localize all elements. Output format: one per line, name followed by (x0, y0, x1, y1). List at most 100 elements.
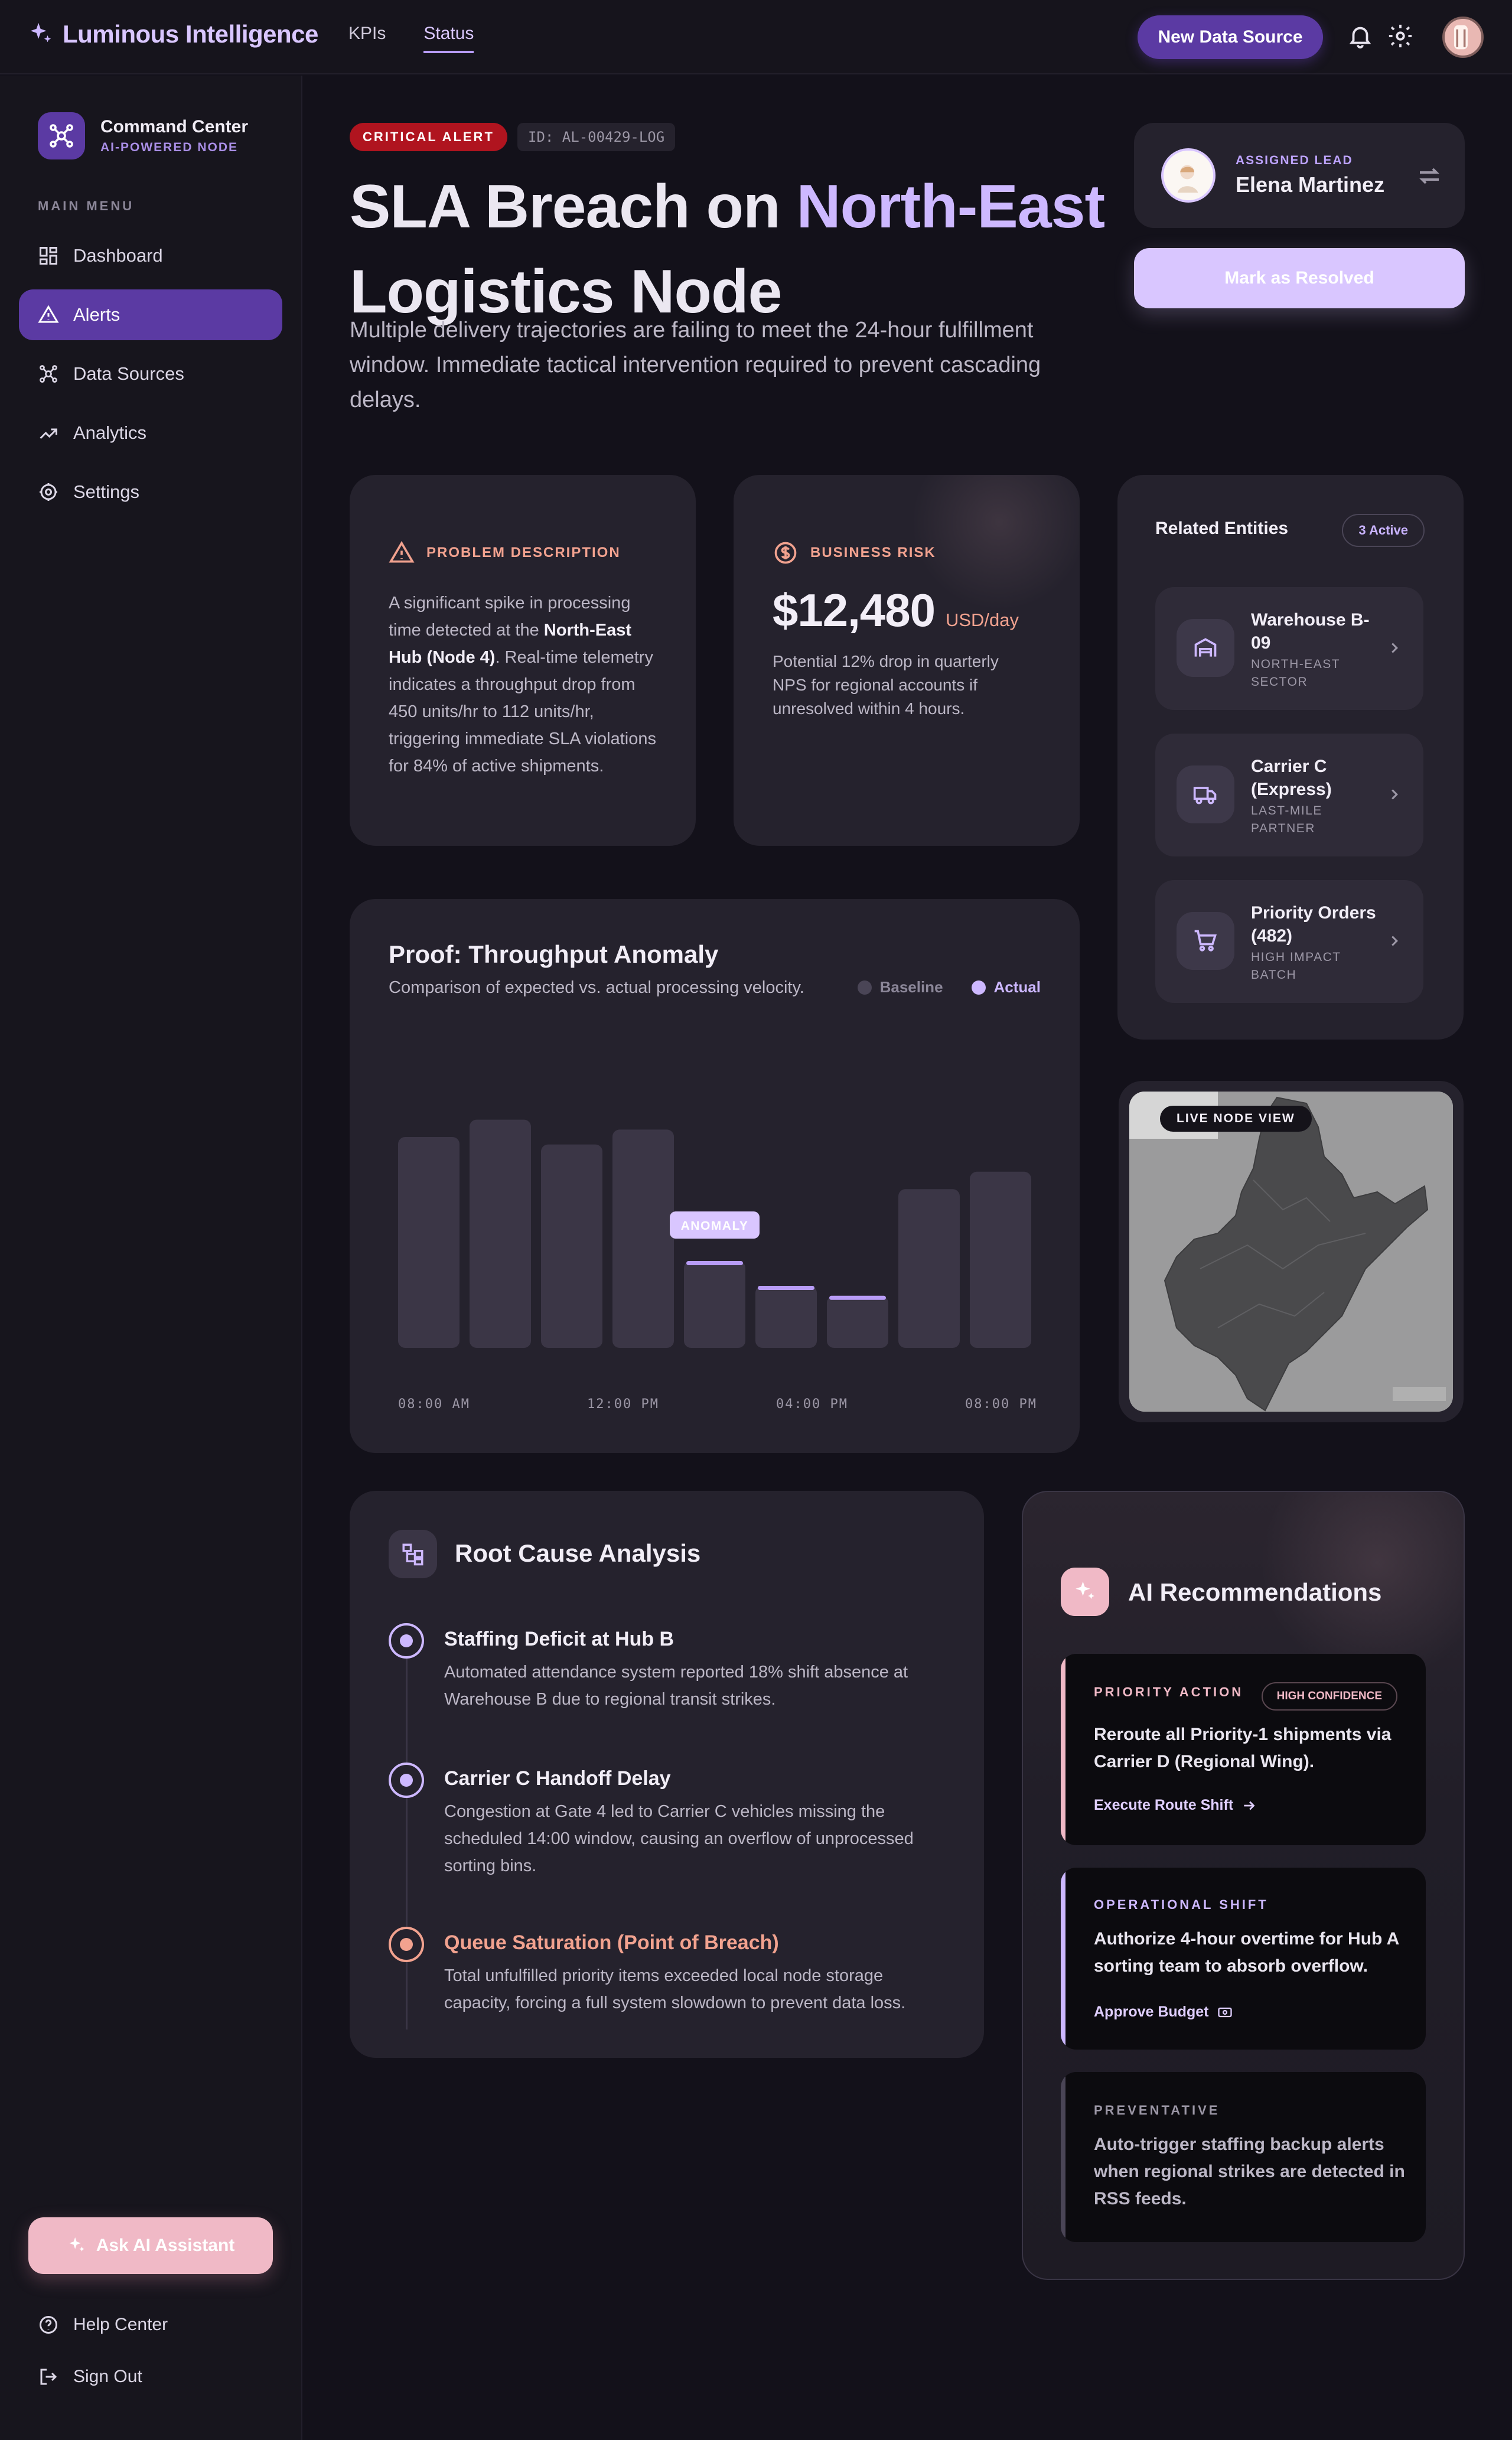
entity-carrier[interactable]: Carrier C (Express) LAST-MILE PARTNER (1155, 734, 1423, 856)
sparkle-icon (69, 2237, 84, 2252)
cause-text: Total unfulfilled priority items exceede… (444, 1966, 906, 2012)
menu-heading: MAIN MENU (38, 198, 135, 213)
cause-title: Staffing Deficit at Hub B (444, 1628, 674, 1650)
sparkle-icon (1061, 1568, 1109, 1616)
sidebar-item-label: Settings (73, 481, 140, 502)
entity-name: Carrier C (Express) (1251, 757, 1332, 799)
chevron-right-icon (1392, 936, 1398, 946)
chart-bar[interactable] (541, 1144, 602, 1348)
swap-icon[interactable] (1415, 162, 1443, 190)
node-title: Command Center (100, 117, 249, 136)
gear-icon[interactable] (1387, 22, 1414, 50)
bar-chart: ANOMALY 08:00 AM 12:00 PM 04:00 PM 08:00 PM (398, 1119, 1037, 1412)
risk-amount: $12,480 (773, 584, 936, 636)
user-avatar[interactable] (1442, 17, 1484, 58)
rec-action-label: Execute Route Shift (1094, 1797, 1234, 1813)
sidebar-item-data-sources[interactable]: Data Sources (19, 348, 282, 399)
help-center-link[interactable]: Help Center (38, 2314, 168, 2335)
rec-text: Auto-trigger staffing backup alerts when… (1094, 2135, 1405, 2208)
sidebar-item-label: Data Sources (73, 363, 184, 384)
chart-bar[interactable] (827, 1295, 888, 1348)
chevron-right-icon (1392, 789, 1398, 800)
cause-title-breach: Queue Saturation (Point of Breach) (444, 1931, 779, 1954)
warning-icon (389, 540, 415, 563)
x-tick-label: 04:00 PM (776, 1397, 848, 1412)
approve-budget-button[interactable]: Approve Budget (1094, 2004, 1233, 2021)
ask-ai-button[interactable]: Ask AI Assistant (28, 2217, 273, 2274)
related-entities-card: Related Entities 3 Active Warehouse B-09… (1117, 475, 1464, 1040)
chart-bar[interactable] (398, 1137, 460, 1348)
brand[interactable]: Luminous Intelligence (27, 20, 318, 48)
warehouse-icon (1194, 638, 1217, 657)
region-map-image (1129, 1092, 1453, 1412)
sidebar-item-analytics[interactable]: Analytics (19, 408, 282, 458)
chart-bar[interactable] (684, 1261, 745, 1348)
rec-kicker: PRIORITY ACTION (1094, 1685, 1244, 1699)
truck-icon (1193, 787, 1217, 804)
title-prefix: SLA Breach on (350, 172, 797, 241)
gear-icon (40, 483, 57, 501)
root-cause-card: Root Cause Analysis Staffing Deficit at … (350, 1491, 984, 2058)
entity-warehouse[interactable]: Warehouse B-09 NORTH-EAST SECTOR (1155, 587, 1423, 710)
recommendation-preventative: PREVENTATIVE Auto-trigger staffing backu… (1061, 2072, 1426, 2242)
problem-heading: PROBLEM DESCRIPTION (426, 545, 621, 561)
critical-alert-badge: CRITICAL ALERT (350, 123, 507, 151)
assigned-lead-card[interactable]: ASSIGNED LEAD Elena Martinez (1134, 123, 1465, 228)
help-label: Help Center (73, 2315, 168, 2334)
sidebar-item-dashboard[interactable]: Dashboard (19, 230, 282, 281)
rec-text: Reroute all Priority-1 shipments via Car… (1094, 1725, 1392, 1771)
sidebar-item-label: Alerts (73, 304, 120, 325)
node-subtitle: AI-POWERED NODE (100, 141, 239, 154)
new-data-source-button[interactable]: New Data Source (1138, 15, 1323, 59)
cause-text: Automated attendance system reported 18%… (444, 1663, 908, 1709)
command-center[interactable]: Command Center AI-POWERED NODE (38, 112, 248, 159)
throughput-chart-card: Proof: Throughput Anomaly Comparison of … (350, 899, 1080, 1453)
problem-text-2: . Real-time telemetry indicates a throug… (389, 648, 656, 776)
chart-bar[interactable] (612, 1129, 674, 1348)
flow-icon (389, 1530, 437, 1578)
sign-out-link[interactable]: Sign Out (38, 2366, 142, 2387)
cause-title: Carrier C Handoff Delay (444, 1767, 671, 1790)
top-bar: Luminous Intelligence KPIs Status New Da… (0, 0, 1512, 74)
x-tick-label: 12:00 PM (587, 1397, 659, 1412)
title-accent: North-East (796, 172, 1106, 241)
help-icon (40, 2316, 57, 2334)
execute-route-shift-button[interactable]: Execute Route Shift (1094, 1797, 1257, 1814)
signout-label: Sign Out (73, 2367, 142, 2386)
lead-name: Elena Martinez (1236, 172, 1385, 197)
alert-id: ID: AL-00429-LOG (517, 123, 676, 151)
entity-sub: NORTH-EAST SECTOR (1251, 657, 1340, 689)
root-cause-title: Root Cause Analysis (455, 1539, 701, 1567)
anomaly-label: ANOMALY (681, 1219, 749, 1233)
x-tick-label: 08:00 PM (965, 1397, 1037, 1412)
entity-sub: HIGH IMPACT BATCH (1251, 950, 1341, 982)
entity-sub: LAST-MILE PARTNER (1251, 804, 1322, 835)
timeline-dot (389, 1623, 424, 1659)
tab-status[interactable]: Status (423, 24, 474, 53)
sidebar-item-settings[interactable]: Settings (19, 467, 282, 517)
node-map[interactable]: LIVE NODE VIEW (1129, 1092, 1453, 1412)
bar-highlight-cap (829, 1295, 886, 1300)
sidebar-item-alerts[interactable]: Alerts (19, 289, 282, 340)
rec-action-label: Approve Budget (1094, 2004, 1209, 2020)
entity-name: Warehouse B-09 (1251, 610, 1370, 653)
bell-icon[interactable] (1347, 22, 1374, 50)
tab-kpis[interactable]: KPIs (348, 24, 386, 53)
ai-recommendations-card: AI Recommendations PRIORITY ACTION HIGH … (1022, 1491, 1465, 2280)
x-tick-label: 08:00 AM (398, 1397, 470, 1412)
warning-icon (38, 305, 59, 323)
chart-bar[interactable] (970, 1171, 1031, 1348)
chart-bar[interactable] (470, 1119, 531, 1348)
chart-bar[interactable] (755, 1286, 817, 1348)
risk-heading: BUSINESS RISK (810, 545, 936, 561)
entity-priority-orders[interactable]: Priority Orders (482) HIGH IMPACT BATCH (1155, 880, 1423, 1003)
chart-bar[interactable] (898, 1189, 960, 1348)
lead-avatar (1161, 148, 1216, 203)
ask-ai-label: Ask AI Assistant (96, 2236, 235, 2255)
mark-resolved-button[interactable]: Mark as Resolved (1134, 248, 1465, 308)
bar-highlight-cap (686, 1261, 743, 1265)
trend-icon (40, 428, 57, 439)
node-hub-icon (38, 112, 85, 159)
bar-highlight-cap (758, 1286, 814, 1290)
chevron-right-icon (1392, 643, 1398, 653)
